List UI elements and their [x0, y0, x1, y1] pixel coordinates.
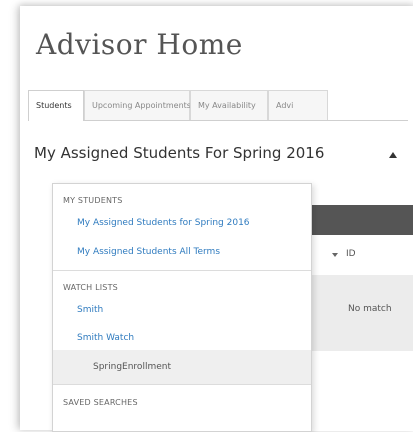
selected-item-highlight	[53, 350, 311, 384]
tab-students[interactable]: Students	[28, 90, 84, 121]
menu-item-smith[interactable]: Smith	[77, 305, 103, 315]
group-label-watch-lists: WATCH LISTS	[63, 283, 118, 292]
menu-item-assigned-all-terms[interactable]: My Assigned Students All Terms	[77, 247, 220, 257]
empty-message: No match	[348, 304, 392, 314]
student-list-selector[interactable]: My Assigned Students For Spring 2016	[34, 144, 324, 162]
tab-bar: Students Upcoming Appointments My Availa…	[28, 90, 408, 121]
page-title: Advisor Home	[36, 28, 243, 61]
student-list-dropdown: MY STUDENTS My Assigned Students for Spr…	[52, 183, 312, 432]
sort-icon[interactable]	[332, 253, 338, 257]
menu-item-smith-watch[interactable]: Smith Watch	[77, 333, 134, 343]
group-label-saved-searches: SAVED SEARCHES	[63, 398, 138, 407]
divider	[53, 384, 311, 385]
menu-item-assigned-spring-2016[interactable]: My Assigned Students for Spring 2016	[77, 218, 250, 228]
divider	[53, 270, 311, 271]
caret-up-icon[interactable]	[389, 152, 397, 158]
menu-item-spring-enrollment[interactable]: SpringEnrollment	[93, 362, 171, 372]
tab-my-availability[interactable]: My Availability	[190, 90, 268, 120]
column-header-id[interactable]: ID	[346, 249, 356, 259]
tab-upcoming-appointments[interactable]: Upcoming Appointments	[84, 90, 191, 120]
tab-advising[interactable]: Advi	[268, 90, 328, 120]
group-label-my-students: MY STUDENTS	[63, 196, 123, 205]
